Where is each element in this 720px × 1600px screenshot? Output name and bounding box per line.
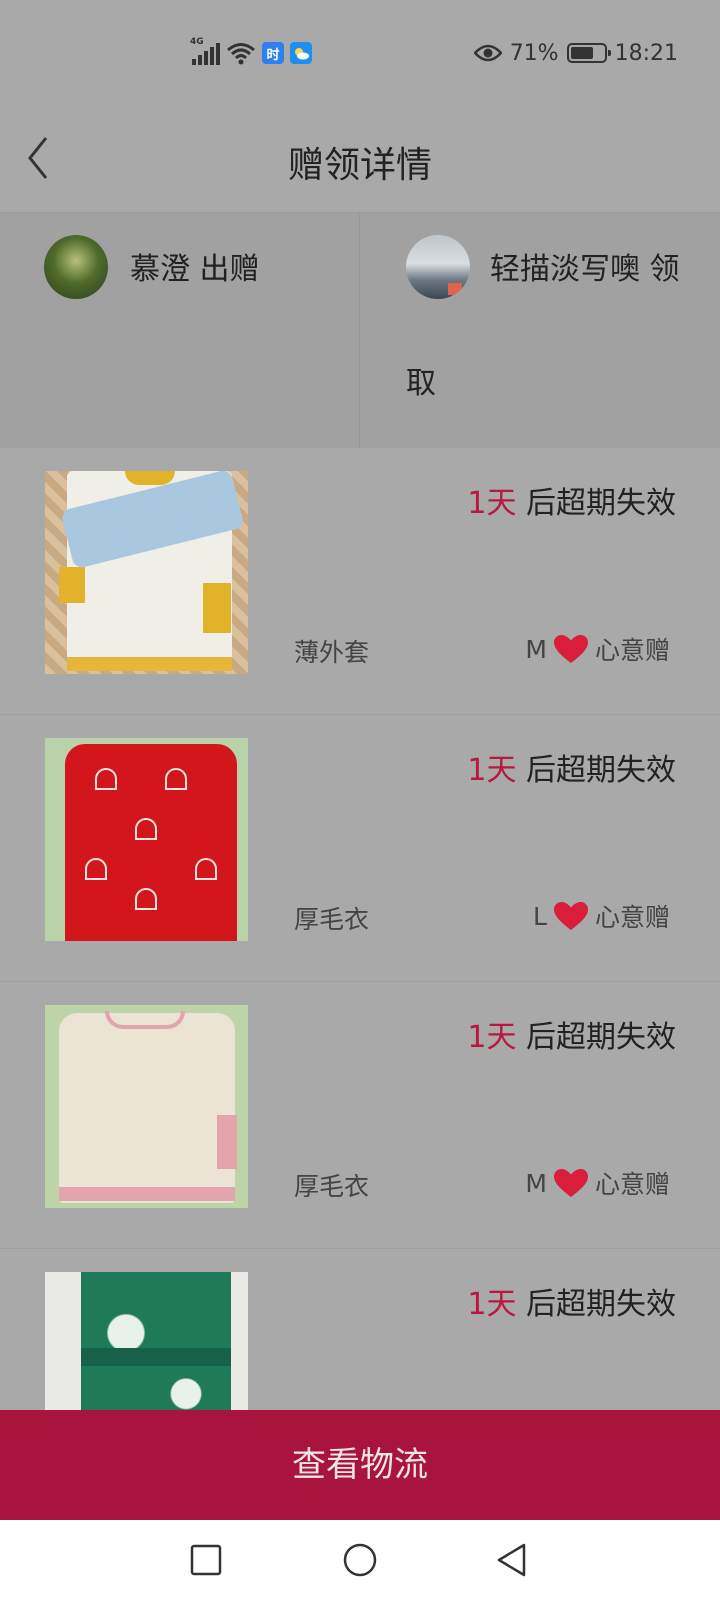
screen: 4G 时 71% 18:21 赠领详情 慕澄 出赠 轻描淡写噢 领 取 1天 后… — [0, 0, 720, 1600]
title-bar: 赠领详情 — [0, 106, 720, 212]
expire-suffix: 后超期失效 — [516, 1287, 676, 1322]
item-meta: L 心意赠 — [533, 898, 670, 934]
cellular-signal-icon: 4G — [190, 37, 220, 65]
receiver-name-line1: 轻描淡写噢 领 — [490, 252, 680, 287]
receiver-card[interactable]: 轻描淡写噢 领 取 — [360, 213, 720, 449]
item-tag: 心意赠 — [594, 636, 670, 665]
status-right: 71% 18:21 — [473, 38, 678, 68]
item-size: M — [525, 634, 547, 664]
giver-card[interactable]: 慕澄 出赠 — [0, 213, 360, 449]
battery-icon — [566, 43, 611, 63]
status-left: 4G 时 — [190, 37, 312, 68]
expire-text: 1天 后超期失效 — [467, 478, 676, 522]
item-photo[interactable] — [45, 738, 248, 941]
circle-icon — [343, 1543, 377, 1577]
expire-text: 1天 后超期失效 — [467, 1012, 676, 1056]
expire-suffix: 后超期失效 — [516, 486, 676, 521]
item-name: 薄外套 — [294, 638, 370, 667]
receiver-name-line2: 取 — [406, 366, 436, 401]
triangle-back-icon — [497, 1543, 526, 1577]
expire-text: 1天 后超期失效 — [467, 1279, 676, 1323]
list-item[interactable]: 1天 后超期失效 厚毛衣 L 心意赠 — [0, 715, 720, 982]
expire-days: 1天 — [467, 486, 517, 521]
item-photo[interactable] — [45, 1005, 248, 1208]
square-icon — [190, 1544, 222, 1576]
expire-days: 1天 — [467, 753, 517, 788]
status-bar: 4G 时 71% 18:21 — [0, 0, 720, 106]
weather-icon — [290, 42, 312, 64]
expire-text: 1天 后超期失效 — [467, 745, 676, 789]
heart-icon — [553, 635, 588, 663]
expire-suffix: 后超期失效 — [516, 1020, 676, 1055]
item-photo[interactable] — [45, 471, 248, 674]
parties-section: 慕澄 出赠 轻描淡写噢 领 取 — [0, 212, 720, 449]
battery-percent: 71% — [509, 40, 559, 66]
giver-name: 慕澄 出赠 — [130, 252, 260, 287]
nav-back-button[interactable] — [492, 1540, 532, 1580]
heart-icon — [553, 1169, 588, 1197]
item-tag: 心意赠 — [594, 1170, 670, 1199]
item-meta: M 心意赠 — [525, 1165, 670, 1201]
expire-suffix: 后超期失效 — [516, 753, 676, 788]
page-title: 赠领详情 — [287, 145, 432, 186]
wifi-icon — [227, 43, 255, 65]
expire-days: 1天 — [467, 1287, 517, 1322]
view-logistics-button[interactable]: 查看物流 — [0, 1410, 720, 1520]
app-notification-icon: 时 — [262, 42, 284, 64]
nav-home-button[interactable] — [340, 1540, 380, 1580]
receiver-avatar[interactable] — [406, 235, 470, 299]
item-tag: 心意赠 — [594, 903, 670, 932]
system-nav-bar — [0, 1520, 720, 1600]
item-size: L — [533, 901, 547, 931]
item-size: M — [525, 1168, 547, 1198]
item-name: 厚毛衣 — [294, 1172, 370, 1201]
giver-avatar[interactable] — [44, 235, 108, 299]
heart-icon — [553, 902, 588, 930]
app-badge-text: 时 — [266, 47, 280, 63]
item-meta: M 心意赠 — [525, 631, 670, 667]
item-list: 1天 后超期失效 薄外套 M 心意赠 1天 后超期失效 厚毛衣 L 心意赠 1天… — [0, 448, 720, 1516]
nav-recent-button[interactable] — [186, 1540, 226, 1580]
list-item[interactable]: 1天 后超期失效 厚毛衣 M 心意赠 — [0, 982, 720, 1249]
item-name: 厚毛衣 — [294, 905, 370, 934]
eye-icon — [473, 44, 502, 62]
network-label: 4G — [190, 37, 204, 47]
list-item[interactable]: 1天 后超期失效 薄外套 M 心意赠 — [0, 448, 720, 715]
expire-days: 1天 — [467, 1020, 517, 1055]
clock: 18:21 — [614, 40, 678, 66]
